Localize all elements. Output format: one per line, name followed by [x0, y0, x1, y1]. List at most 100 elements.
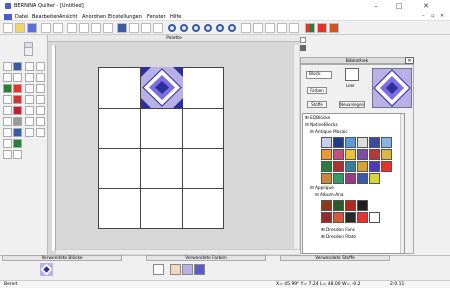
grid-fill-icon[interactable]: [13, 139, 22, 148]
block-thumbnail[interactable]: [321, 161, 332, 172]
brush-icon[interactable]: [13, 73, 22, 82]
redo-icon[interactable]: [129, 23, 139, 33]
block-thumbnail[interactable]: [345, 200, 356, 211]
color-swatch[interactable]: [153, 264, 164, 275]
zoom-in-icon[interactable]: [180, 24, 188, 32]
menu-bearbeiten[interactable]: Bearbeiten: [32, 14, 59, 20]
cut-icon[interactable]: [67, 23, 77, 33]
menu-hilfe[interactable]: Hilfe: [170, 14, 181, 20]
select-arrow-icon[interactable]: [3, 62, 12, 71]
fill-swatch[interactable]: [345, 68, 359, 81]
block-tool-icon[interactable]: [25, 128, 34, 137]
block-thumbnail[interactable]: [333, 173, 344, 184]
pencil-icon[interactable]: [13, 62, 22, 71]
grid-tool-3-icon[interactable]: [25, 73, 34, 82]
mdi-minimize-button[interactable]: –: [422, 13, 425, 19]
zoom-actual-icon[interactable]: [228, 24, 236, 32]
menu-app-icon[interactable]: [4, 14, 12, 20]
block-thumbnail[interactable]: [369, 137, 380, 148]
grid-tool-2-icon[interactable]: [36, 62, 45, 71]
tree-node[interactable]: ⊞ Dresden Fans: [321, 228, 355, 233]
sashing-tool-2-icon[interactable]: [36, 117, 45, 126]
block-thumbnail[interactable]: [345, 212, 356, 223]
horizontal-scrollbar[interactable]: [56, 249, 300, 254]
block-thumbnail[interactable]: [345, 161, 356, 172]
block-thumbnail[interactable]: [345, 173, 356, 184]
fabric-tool-icon[interactable]: [317, 23, 327, 33]
shape-tool-icon[interactable]: [3, 106, 12, 115]
tree-node[interactable]: ⊞ EQBlöcke: [305, 116, 330, 121]
panel-pin-icon[interactable]: [300, 45, 306, 51]
block-thumbnail[interactable]: [381, 137, 392, 148]
color-swatch[interactable]: [182, 264, 193, 275]
block-thumbnail[interactable]: [333, 212, 344, 223]
block-thumbnail[interactable]: [321, 200, 332, 211]
color-swatch[interactable]: [194, 264, 205, 275]
quilt-block[interactable]: [141, 67, 183, 108]
block-type-dropdown[interactable]: Block: [306, 71, 332, 79]
mirror-tool-icon[interactable]: [13, 128, 22, 137]
minimize-button[interactable]: –: [370, 1, 382, 11]
block-thumbnail[interactable]: [321, 212, 332, 223]
menu-anordnen[interactable]: Anordnen: [82, 14, 106, 20]
line-tool-icon[interactable]: [3, 73, 12, 82]
rotate-tool-icon[interactable]: [3, 128, 12, 137]
tree-node[interactable]: ⊞ Dresden Plate: [321, 235, 356, 240]
block-thumbnail[interactable]: [369, 161, 380, 172]
layout-tool-3-icon[interactable]: [25, 95, 34, 104]
tree-node[interactable]: ⊟ Antique Mosaic: [310, 130, 348, 135]
zoom-out-icon[interactable]: [192, 24, 200, 32]
border-tool-icon[interactable]: [13, 106, 22, 115]
library-tree[interactable]: ⊞ EQBlöcke ⊟ NativeBlocks ⊟ Antique Mosa…: [302, 113, 405, 254]
fabrics-button[interactable]: Stoffe: [307, 101, 327, 108]
new-button[interactable]: Neuanlegen: [339, 101, 365, 108]
zoom-page-icon[interactable]: [216, 24, 224, 32]
sashing-tool-icon[interactable]: [25, 117, 34, 126]
save-icon[interactable]: [27, 23, 37, 33]
tree-node[interactable]: ⊟ NativeBlocks: [305, 123, 338, 128]
crop-tool-icon[interactable]: [3, 150, 12, 159]
layout-tool-icon[interactable]: [25, 84, 34, 93]
block-view-icon[interactable]: [141, 23, 151, 33]
close-button[interactable]: ✕: [420, 1, 432, 11]
library-toggle-icon[interactable]: [300, 37, 306, 43]
copy-icon[interactable]: [79, 23, 89, 33]
menu-datei[interactable]: Datei: [15, 14, 28, 20]
text-tool-icon[interactable]: [3, 95, 12, 104]
grid-tool-4-icon[interactable]: [36, 73, 45, 82]
thread-tool-icon[interactable]: [329, 23, 339, 33]
open-folder-icon[interactable]: [15, 23, 25, 33]
colors-button[interactable]: Farben: [307, 87, 327, 94]
overlap-icon[interactable]: [277, 23, 287, 33]
color-swatch[interactable]: [170, 264, 181, 275]
show-grid-icon[interactable]: [253, 23, 263, 33]
block-thumbnail[interactable]: [369, 212, 380, 223]
zoom-fit-icon[interactable]: [204, 24, 212, 32]
block-thumbnail[interactable]: [333, 149, 344, 160]
layout-tool-2-icon[interactable]: [36, 84, 45, 93]
block-thumbnail[interactable]: [321, 173, 332, 184]
paste-icon[interactable]: [91, 23, 101, 33]
border-layout-2-icon[interactable]: [36, 106, 45, 115]
erase-tool-icon[interactable]: [13, 150, 22, 159]
block-thumbnail[interactable]: [357, 212, 368, 223]
stamp-tool-icon[interactable]: [13, 117, 22, 126]
delete-icon[interactable]: [103, 23, 113, 33]
block-thumbnail[interactable]: [321, 137, 332, 148]
menu-einstellungen[interactable]: Einstellungen: [108, 14, 142, 20]
align-tool-icon[interactable]: [3, 139, 12, 148]
fabric-icon[interactable]: [289, 23, 299, 33]
measure-tool-icon[interactable]: [3, 117, 12, 126]
used-block-thumbnail[interactable]: [40, 263, 53, 276]
grid-tool-icon[interactable]: [25, 62, 34, 71]
library-close-button[interactable]: ✕: [405, 57, 414, 64]
block-thumbnail[interactable]: [369, 173, 380, 184]
block-thumbnail[interactable]: [381, 161, 392, 172]
color-tool-icon[interactable]: [305, 23, 315, 33]
undo-icon[interactable]: [117, 23, 127, 33]
block-thumbnail[interactable]: [333, 137, 344, 148]
fill-icon[interactable]: [3, 84, 12, 93]
block-thumbnail[interactable]: [333, 161, 344, 172]
zoom-icon[interactable]: [168, 24, 176, 32]
print-preview-icon[interactable]: [53, 23, 63, 33]
